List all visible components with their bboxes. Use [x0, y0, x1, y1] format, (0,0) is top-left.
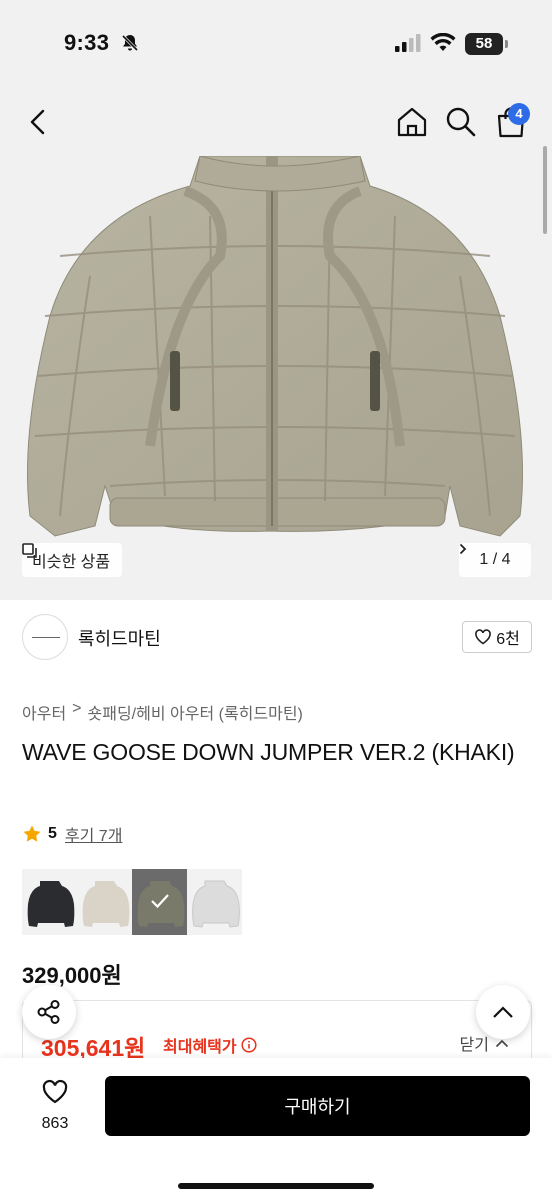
- chevron-up-icon: [495, 1039, 509, 1047]
- color-options: [22, 869, 242, 935]
- buy-button[interactable]: 구매하기: [105, 1076, 530, 1136]
- image-pager[interactable]: 1 / 4: [459, 543, 531, 577]
- color-option-light-gray[interactable]: [187, 869, 242, 935]
- jacket-thumbnail-ivory: [82, 881, 130, 927]
- jacket-thumbnail-light-gray: [192, 880, 240, 928]
- color-option-khaki[interactable]: [132, 869, 187, 935]
- review-count-link[interactable]: 후기 7개: [65, 822, 123, 846]
- chevron-right-icon: [459, 543, 467, 555]
- status-time: 9:33: [64, 30, 110, 55]
- heart-icon: [475, 629, 492, 645]
- product-image-gallery[interactable]: 비슷한 상품 1 / 4: [0, 156, 552, 600]
- jacket-thumbnail-black: [27, 881, 75, 927]
- similar-products-button[interactable]: 비슷한 상품: [22, 543, 123, 577]
- rating-row: 5 후기 7개: [22, 822, 122, 846]
- brand-like-count: 6천: [496, 631, 520, 648]
- status-bar: 9:33 58: [0, 0, 552, 90]
- star-icon: [23, 825, 41, 842]
- share-button[interactable]: [22, 985, 76, 1039]
- scroll-to-top-button[interactable]: [476, 985, 530, 1039]
- wishlist-count: 863: [41, 1115, 69, 1132]
- brand-like-button[interactable]: 6천: [462, 621, 532, 653]
- bell-muted-icon: [121, 34, 139, 52]
- cart-count-badge: 4: [508, 103, 530, 125]
- brand-logo[interactable]: [22, 614, 68, 660]
- search-icon[interactable]: [444, 105, 478, 139]
- max-benefit-panel: 305,641원 최대혜택가 닫기: [22, 1000, 532, 1060]
- top-nav: 4: [0, 90, 552, 156]
- back-arrow-icon[interactable]: [22, 106, 54, 138]
- share-icon: [37, 1000, 60, 1024]
- copy-squares-icon: [22, 543, 37, 558]
- battery-indicator: 58: [465, 33, 503, 55]
- info-icon: [241, 1037, 257, 1053]
- image-pager-count: 1 / 4: [479, 551, 511, 568]
- rating-score: 5: [48, 825, 57, 842]
- wifi-icon: [430, 33, 456, 51]
- jacket-image: [27, 156, 523, 537]
- max-benefit-label-text: 최대혜택가: [163, 1039, 237, 1056]
- bottom-action-bar: 863 구매하기: [0, 1058, 552, 1200]
- original-price: 329,000원: [22, 963, 122, 988]
- brand-row: 록히드마틴 6천: [22, 614, 532, 660]
- product-title: WAVE GOOSE DOWN JUMPER VER.2 (KHAKI): [22, 739, 515, 765]
- brand-name[interactable]: 록히드마틴: [78, 625, 161, 651]
- cellular-signal-icon: [395, 34, 421, 52]
- breadcrumb-level2[interactable]: 숏패딩/헤비 아우터 (록히드마틴): [88, 700, 303, 724]
- chevron-up-icon: [493, 1006, 513, 1018]
- max-benefit-label[interactable]: 최대혜택가: [163, 1033, 257, 1057]
- scrollbar[interactable]: [543, 146, 547, 234]
- color-option-ivory[interactable]: [77, 869, 132, 935]
- breadcrumb-level1[interactable]: 아우터: [22, 700, 66, 724]
- similar-products-label: 비슷한 상품: [32, 554, 111, 571]
- wishlist-button[interactable]: 863: [28, 1078, 82, 1133]
- battery-cap: [505, 40, 508, 48]
- breadcrumb: 아우터 > 숏패딩/헤비 아우터 (록히드마틴): [22, 700, 303, 724]
- heart-icon: [42, 1079, 68, 1104]
- check-icon: [151, 894, 169, 909]
- home-icon[interactable]: [395, 105, 429, 139]
- home-indicator: [178, 1183, 374, 1189]
- color-option-black[interactable]: [22, 869, 77, 935]
- breadcrumb-separator: >: [72, 700, 82, 717]
- collapse-benefit-label: 닫기: [459, 1037, 489, 1054]
